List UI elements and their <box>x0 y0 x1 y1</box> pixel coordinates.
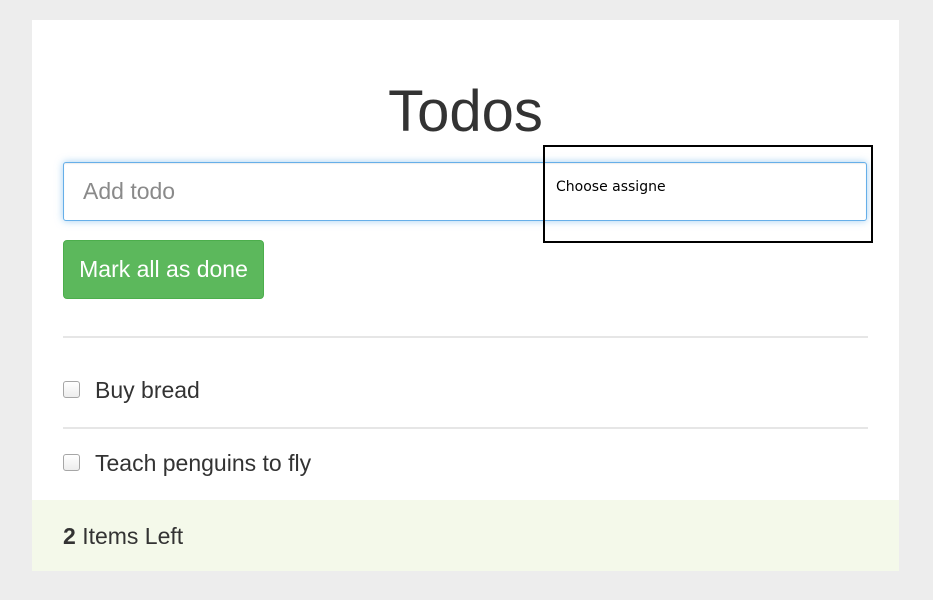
choose-assignee-dropdown[interactable]: Choose assigne <box>543 145 873 243</box>
items-left-label: Items Left <box>82 523 184 549</box>
todo-item: Buy bread <box>63 370 868 410</box>
todo-card: Todos Choose assigne Mark all as done Bu… <box>32 20 899 571</box>
footer: 2 Items Left <box>32 500 899 571</box>
items-left-counter: 2 Items Left <box>63 521 183 551</box>
items-left-count: 2 <box>63 523 76 549</box>
mark-all-done-button[interactable]: Mark all as done <box>63 240 264 299</box>
todo-item: Teach penguins to fly <box>63 443 868 483</box>
choose-assignee-label: Choose assigne <box>556 179 666 195</box>
divider <box>63 336 868 338</box>
page-title: Todos <box>388 79 543 144</box>
todo-text: Teach penguins to fly <box>95 450 312 476</box>
divider <box>63 427 868 429</box>
todo-checkbox[interactable] <box>63 454 80 471</box>
todo-text: Buy bread <box>95 377 200 403</box>
todo-checkbox[interactable] <box>63 381 80 398</box>
